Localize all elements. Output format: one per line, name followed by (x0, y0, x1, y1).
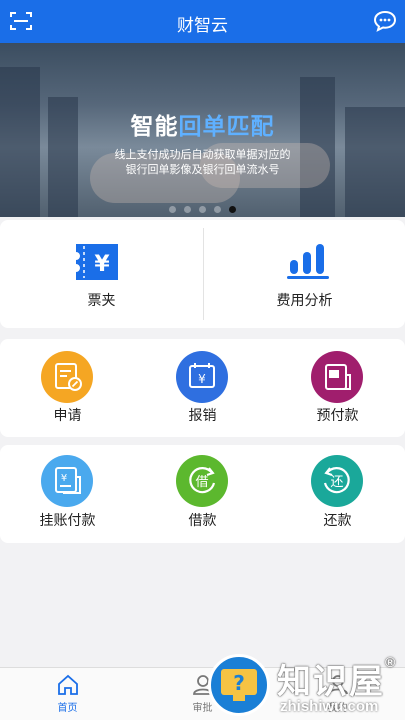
carousel-dot[interactable] (214, 206, 221, 213)
carousel-dot[interactable] (199, 206, 206, 213)
banner-subtitle-line1: 线上支付成功后自动获取单据对应的 (114, 149, 291, 161)
headline-part1: 智能 (130, 113, 179, 139)
reimburse-icon-circle: ¥ (176, 351, 228, 403)
tab-home-label: 首页 (57, 703, 78, 714)
ticket-clip-button[interactable]: ¥ 票夹 (0, 220, 203, 328)
svg-text:¥: ¥ (198, 372, 206, 386)
account-payment-icon: ¥ (55, 467, 81, 494)
help-monitor-icon: ? (221, 669, 257, 701)
headline-part2: 回单匹配 (178, 113, 275, 139)
apply-icon-circle (41, 351, 93, 403)
prepayment-icon-circle (311, 351, 363, 403)
repay-glyph: 还 (330, 475, 343, 490)
carousel-indicator (0, 200, 405, 217)
carousel-dot[interactable] (169, 206, 176, 213)
function-grid-row2: ¥ 挂账付款 借 借款 还 还款 (0, 445, 405, 543)
quick-actions-card: ¥ 票夹 费用分析 (0, 220, 405, 328)
reimburse-button[interactable]: ¥ 报销 (135, 339, 270, 437)
function-grid-row1: 申请 ¥ 报销 预付款 (0, 339, 405, 437)
watermark-domain: zhishiwu.com (280, 698, 379, 715)
watermark-badge: ? (208, 654, 270, 716)
svg-text:¥: ¥ (94, 252, 110, 277)
app-title: 财智云 (177, 16, 228, 35)
banner-headline: 智能回单匹配 (0, 107, 405, 141)
borrow-icon-circle: 借 (176, 455, 228, 507)
banner-subtitle-line2: 银行回单影像及银行回单流水号 (125, 164, 280, 176)
account-payment-button[interactable]: ¥ 挂账付款 (0, 445, 135, 543)
carousel-dot[interactable] (184, 206, 191, 213)
borrow-icon: 借 (189, 467, 216, 494)
apply-document-icon (55, 363, 82, 391)
apply-button[interactable]: 申请 (0, 339, 135, 437)
borrow-button[interactable]: 借 借款 (135, 445, 270, 543)
expense-analysis-label: 费用分析 (276, 292, 333, 308)
repay-label: 还款 (323, 512, 352, 528)
reimburse-label: 报销 (188, 407, 217, 423)
ticket-clip-label: 票夹 (87, 292, 116, 308)
watermark: ? 知识屋® zhishiwu.com (205, 652, 405, 720)
tab-home[interactable]: 首页 (20, 668, 115, 720)
banner-building (0, 67, 40, 217)
apply-label: 申请 (53, 407, 82, 423)
account-payment-label: 挂账付款 (39, 512, 96, 528)
watermark-text: 知识屋® (277, 654, 398, 701)
repay-button[interactable]: 还 还款 (270, 445, 405, 543)
expense-analysis-button[interactable]: 费用分析 (204, 220, 405, 328)
ticket-clip-icon: ¥ (76, 244, 118, 280)
reimburse-calendar-icon: ¥ (189, 363, 215, 388)
top-bar: 财智云 (0, 0, 405, 43)
promo-banner[interactable]: 智能回单匹配 线上支付成功后自动获取单据对应的 银行回单影像及银行回单流水号 (0, 43, 405, 217)
message-icon[interactable] (373, 10, 397, 32)
repay-icon: 还 (323, 467, 350, 494)
prepayment-button[interactable]: 预付款 (270, 339, 405, 437)
prepayment-label: 预付款 (316, 407, 359, 423)
svg-text:¥: ¥ (61, 473, 67, 484)
bar-chart-icon (287, 244, 329, 279)
home-icon (58, 674, 78, 695)
account-payment-icon-circle: ¥ (41, 455, 93, 507)
borrow-label: 借款 (188, 512, 217, 528)
svg-text:?: ? (233, 671, 245, 695)
carousel-dot-active[interactable] (229, 206, 236, 213)
borrow-glyph: 借 (195, 475, 208, 490)
repay-icon-circle: 还 (311, 455, 363, 507)
prepayment-icon (325, 364, 351, 390)
